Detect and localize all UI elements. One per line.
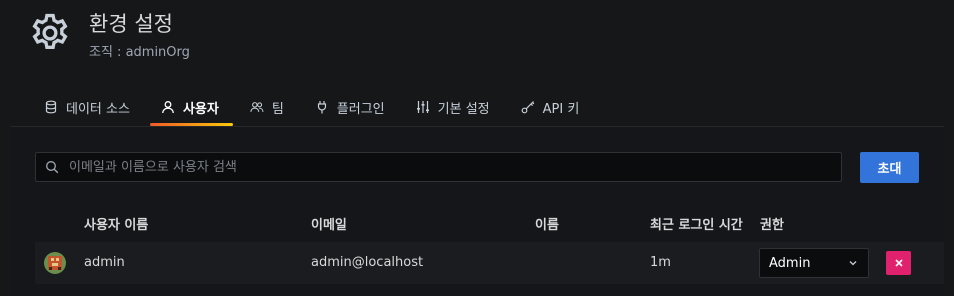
column-header-email: 이메일 <box>311 218 347 233</box>
cell-login: admin <box>84 255 125 270</box>
cell-email: admin@localhost <box>311 255 424 270</box>
tab-users[interactable]: 사용자 <box>147 96 236 126</box>
chevron-down-icon <box>849 261 857 266</box>
tab-label: 사용자 <box>182 101 219 117</box>
column-header-role: 권한 <box>760 218 784 233</box>
role-value: Admin <box>769 255 811 271</box>
invite-button[interactable]: 초대 <box>860 152 919 183</box>
tab-label: API 키 <box>542 101 580 117</box>
cell-last-seen: 1m <box>650 255 671 270</box>
role-select[interactable]: Admin <box>759 248 869 278</box>
tab-bar: 데이터 소스 사용자 팀 플러그인 기본 설정 API 키 <box>30 96 596 126</box>
delete-user-button[interactable] <box>886 251 911 275</box>
tab-label: 팀 <box>271 101 284 117</box>
tab-preferences[interactable]: 기본 설정 <box>402 96 507 118</box>
column-header-login: 사용자 이름 <box>84 218 149 233</box>
users-icon <box>250 100 264 114</box>
tab-label: 기본 설정 <box>437 101 490 117</box>
tab-apikeys[interactable]: API 키 <box>507 96 597 118</box>
page-subtitle: 조직 : adminOrg <box>89 45 190 60</box>
tab-datasources[interactable]: 데이터 소스 <box>30 96 147 118</box>
gear-icon <box>32 13 68 49</box>
column-header-name: 이름 <box>535 218 559 233</box>
tab-label: 데이터 소스 <box>66 101 130 117</box>
search-box[interactable] <box>35 152 842 182</box>
search-input[interactable] <box>67 158 831 176</box>
search-icon <box>46 161 59 174</box>
page-header: 환경 설정 조직 : adminOrg 데이터 소스 사용자 팀 플러그인 기본… <box>0 0 954 126</box>
user-icon <box>161 100 175 114</box>
plug-icon <box>315 100 329 114</box>
page-title: 환경 설정 <box>89 12 173 36</box>
key-icon <box>521 100 535 114</box>
close-icon <box>894 259 903 267</box>
tab-label: 플러그인 <box>336 101 385 117</box>
sliders-icon <box>416 100 430 114</box>
table-row: admin admin@localhost 1m Admin <box>35 242 944 284</box>
avatar <box>44 252 66 274</box>
users-panel: 초대 사용자 이름 이메일 이름 최근 로그인 시간 권한 admin admi… <box>10 126 944 296</box>
tab-plugins[interactable]: 플러그인 <box>301 96 402 118</box>
database-icon <box>44 100 58 114</box>
tab-teams[interactable]: 팀 <box>236 96 301 118</box>
column-header-last-seen: 최근 로그인 시간 <box>650 218 743 233</box>
